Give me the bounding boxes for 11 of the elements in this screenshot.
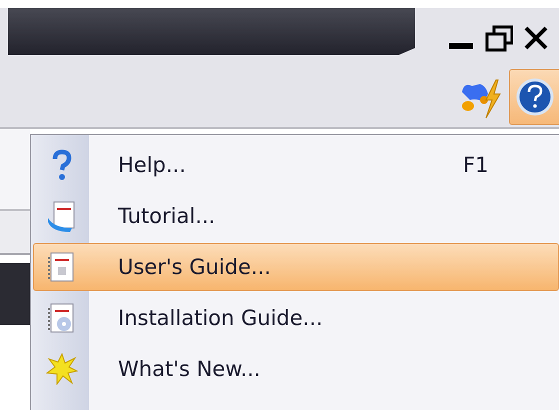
starburst-icon bbox=[46, 353, 78, 385]
restore-icon[interactable] bbox=[485, 25, 513, 53]
help-button[interactable] bbox=[509, 69, 559, 125]
menu-item[interactable]: User's Guide... bbox=[33, 243, 559, 291]
help-icon bbox=[516, 78, 554, 116]
panel-background bbox=[0, 263, 30, 325]
menu-item[interactable]: Installation Guide... bbox=[33, 294, 559, 342]
shortcut-label: F1 bbox=[463, 153, 488, 177]
menu-item[interactable]: What's New... bbox=[33, 345, 559, 393]
menu-item[interactable]: Tutorial... bbox=[33, 192, 559, 240]
menu-item[interactable]: Help... F1 bbox=[33, 141, 559, 189]
